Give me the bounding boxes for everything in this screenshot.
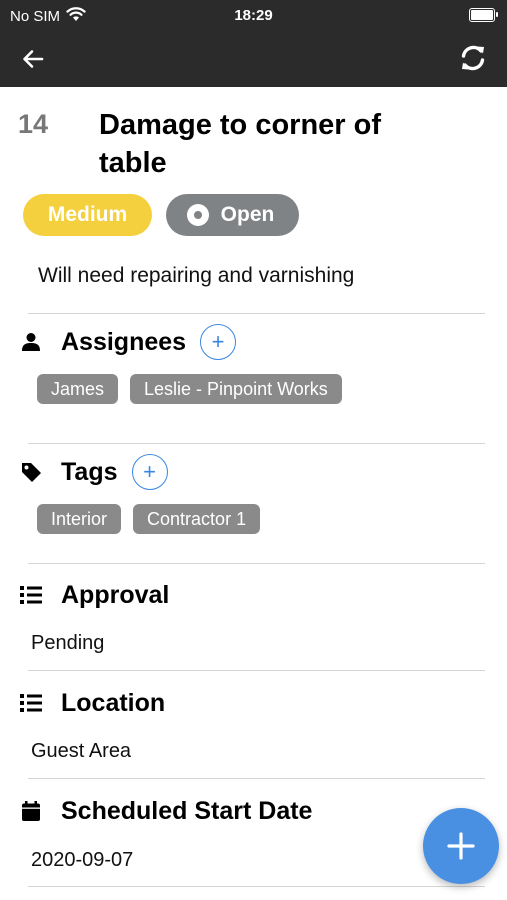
priority-badge[interactable]: Medium [23,194,152,236]
battery-icon [469,8,498,22]
sync-button[interactable] [457,42,489,74]
divider [28,670,485,671]
tag-chip[interactable]: Contractor 1 [133,504,261,534]
tag-chip[interactable]: Interior [37,504,122,534]
plus-icon [447,832,475,860]
approval-header: Approval [20,576,169,614]
assignee-chips: James Leslie - Pinpoint Works [37,374,342,404]
add-assignee-button[interactable]: + [200,324,237,360]
scheduled-start-title: Scheduled Start Date [61,796,313,825]
scheduled-start-header: Scheduled Start Date [20,792,312,830]
back-button[interactable] [18,44,48,74]
sync-icon [461,45,485,71]
arrow-left-icon [23,50,44,68]
tags-title: Tags [61,457,118,486]
calendar-icon [20,800,42,822]
divider [28,563,485,564]
issue-description: Will need repairing and varnishing [38,264,355,287]
divider [28,313,485,314]
assignees-title: Assignees [61,327,187,356]
add-fab-button[interactable] [423,808,499,884]
status-dot-icon [186,204,209,226]
list-icon [20,584,42,606]
list-icon [20,692,42,714]
status-badge[interactable]: Open [166,194,299,236]
assignees-header: Assignees + [20,322,237,362]
divider [28,443,485,444]
assignee-chip[interactable]: Leslie - Pinpoint Works [130,374,342,404]
priority-label: Medium [47,203,128,226]
tag-chips: Interior Contractor 1 [37,504,261,534]
issue-title: Damage to corner of table [99,109,381,179]
status-label: Open [220,203,275,226]
scheduled-start-value: 2020-09-07 [31,849,134,871]
tags-header: Tags + [20,452,168,492]
tag-icon [20,461,42,483]
issue-number: 14 [18,109,49,139]
approval-value: Pending [31,632,105,654]
clock: 18:29 [234,7,273,24]
approval-title: Approval [61,580,170,609]
divider [28,886,485,887]
assignee-chip[interactable]: James [37,374,119,404]
status-bar: No SIM 18:29 [0,0,507,32]
person-icon [20,331,42,353]
location-header: Location [20,684,165,722]
add-tag-button[interactable]: + [131,454,168,490]
nav-bar [0,32,507,87]
divider [28,778,485,779]
location-value: Guest Area [31,740,132,762]
location-title: Location [61,688,166,717]
